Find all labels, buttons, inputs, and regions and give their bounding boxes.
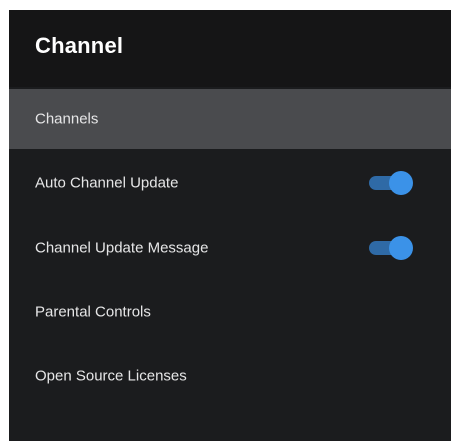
menu-item-parental-controls[interactable]: Parental Controls	[9, 282, 451, 342]
toggle-thumb	[389, 236, 413, 260]
menu-item-channels[interactable]: Channels	[9, 89, 451, 149]
auto-channel-update-toggle[interactable]	[369, 170, 413, 196]
menu-item-label: Channels	[35, 110, 99, 128]
toggle-thumb	[389, 171, 413, 195]
menu-item-label: Auto Channel Update	[35, 174, 179, 192]
menu-item-open-source-licenses[interactable]: Open Source Licenses	[9, 346, 451, 406]
channel-update-message-toggle[interactable]	[369, 235, 413, 261]
menu-item-auto-channel-update[interactable]: Auto Channel Update	[9, 153, 451, 213]
page-title: Channel	[35, 33, 124, 58]
menu-item-label: Open Source Licenses	[35, 367, 187, 385]
menu-item-label: Channel Update Message	[35, 239, 209, 257]
menu-item-label: Parental Controls	[35, 303, 151, 321]
menu-item-channel-update-message[interactable]: Channel Update Message	[9, 218, 451, 278]
panel-header: Channel	[9, 10, 451, 87]
channel-settings-panel: Channel Channels Auto Channel Update Cha…	[9, 10, 451, 441]
